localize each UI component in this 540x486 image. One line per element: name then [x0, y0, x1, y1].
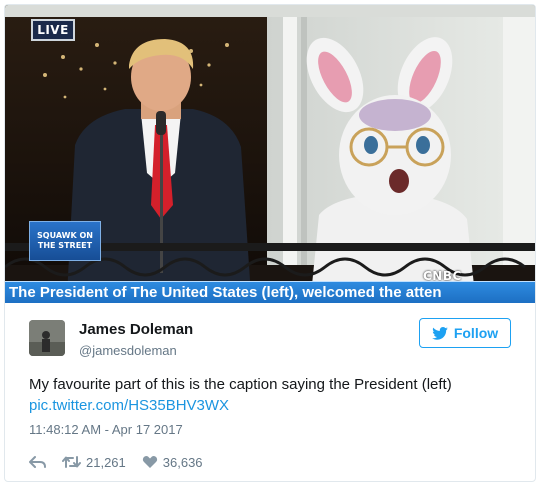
follow-button[interactable]: Follow	[419, 318, 511, 348]
retweet-count: 21,261	[86, 454, 126, 470]
like-button[interactable]: 36,636	[142, 455, 203, 470]
tweet-media-link[interactable]: pic.twitter.com/HS35BHV3WX	[29, 396, 229, 416]
tweet-actions: 21,261 36,636	[29, 453, 219, 471]
tweet-card: LIVE SQUAWK ON THE STREET CNBC The Presi…	[4, 4, 536, 482]
like-count: 36,636	[162, 454, 203, 470]
caption-chyron: The President of The United States (left…	[5, 281, 535, 303]
reply-icon	[29, 456, 46, 468]
show-logo-line2: THE STREET	[37, 241, 93, 250]
author-handle[interactable]: @jamesdoleman	[79, 343, 177, 359]
tweet-media[interactable]: LIVE SQUAWK ON THE STREET CNBC The Presi…	[5, 5, 535, 303]
retweet-button[interactable]: 21,261	[62, 455, 126, 470]
tweet-text: My favourite part of this is the caption…	[29, 376, 452, 393]
reply-button[interactable]	[29, 455, 46, 469]
live-badge: LIVE	[31, 19, 75, 41]
avatar-image	[29, 320, 65, 356]
twitter-bird-icon	[432, 326, 448, 340]
avatar[interactable]	[29, 320, 65, 356]
author-name[interactable]: James Doleman	[79, 321, 193, 339]
like-icon	[142, 455, 157, 468]
follow-label: Follow	[453, 325, 499, 341]
retweet-icon	[62, 456, 81, 468]
show-logo-line1: SQUAWK ON	[37, 231, 93, 240]
tweet-timestamp[interactable]: 11:48:12 AM - Apr 17 2017	[29, 422, 183, 438]
show-logo: SQUAWK ON THE STREET	[29, 221, 101, 261]
